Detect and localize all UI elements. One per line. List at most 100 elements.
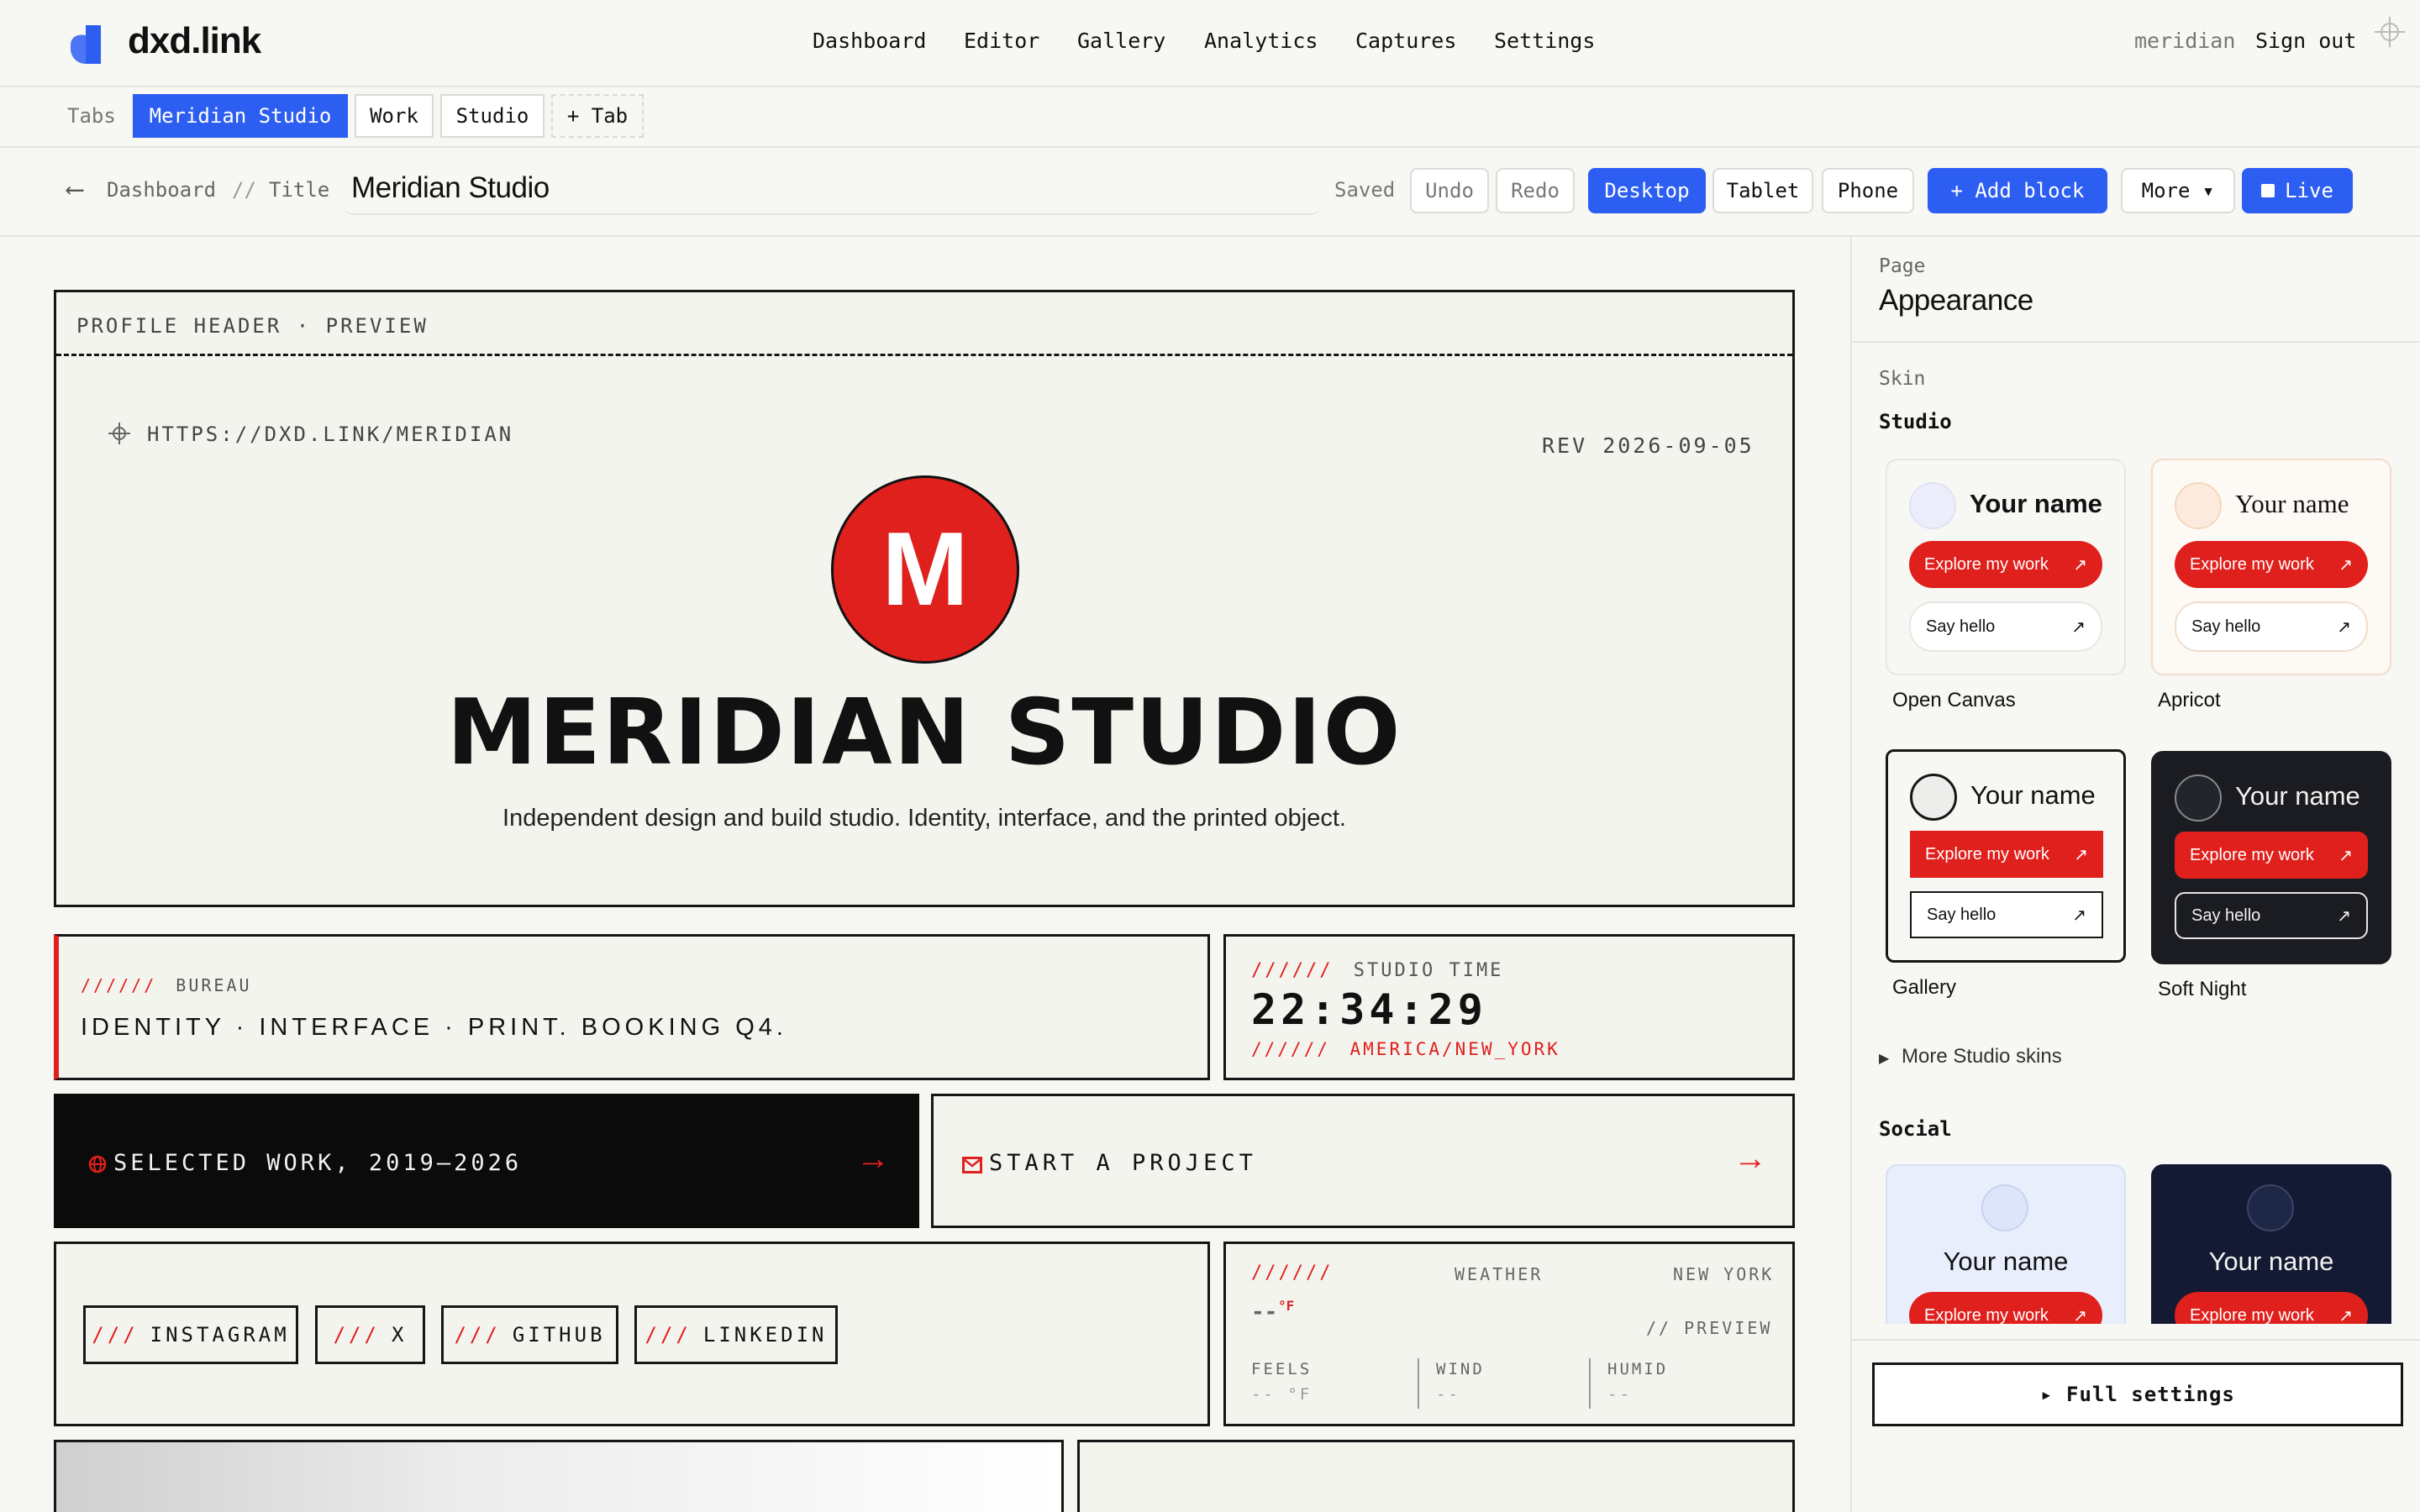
breadcrumb-dashboard[interactable]: Dashboard xyxy=(107,178,216,202)
skin-gallery[interactable]: Your name Explore my work ↗ Say hello ↗ xyxy=(1886,749,2126,963)
profile-bio: Independent design and build studio. Ide… xyxy=(502,805,1346,832)
more-studio-skins-toggle[interactable]: ▶ More Studio skins xyxy=(1879,1045,2062,1068)
sidebar-section-label: Page xyxy=(1879,255,1926,277)
empty-block[interactable] xyxy=(1077,1440,1795,1512)
arrow-up-right-icon: ↗ xyxy=(2338,1306,2353,1325)
back-arrow-icon[interactable]: ⟵ xyxy=(67,175,82,204)
skin-soft-night[interactable]: Your name Explore my work ↗ Say hello ↗ xyxy=(2151,751,2391,964)
nav-analytics[interactable]: Analytics xyxy=(1204,29,1318,53)
studio-clock: 22:34:29 xyxy=(1251,985,1487,1034)
studio-time-label: ////// STUDIO TIME xyxy=(1251,960,1504,981)
device-tablet-button[interactable]: Tablet xyxy=(1712,168,1813,213)
start-project-link[interactable]: START A PROJECT → xyxy=(931,1094,1795,1228)
add-tab-button[interactable]: + Tab xyxy=(551,94,644,138)
social-instagram[interactable]: ///INSTAGRAM xyxy=(83,1305,298,1364)
skin-avatar xyxy=(1909,482,1956,529)
social-github[interactable]: ///GITHUB xyxy=(441,1305,618,1364)
profile-header-block[interactable]: PROFILE HEADER · PREVIEW HTTPS://DXD.LIN… xyxy=(54,290,1795,907)
appearance-sidebar: Page Appearance Skin Studio Your name Ex… xyxy=(1850,237,2420,1512)
skin-primary-button: Explore my work ↗ xyxy=(2175,1292,2368,1324)
skin-secondary-button: Say hello ↗ xyxy=(2175,601,2368,652)
sidebar-title: Appearance xyxy=(1879,284,2033,317)
device-phone-button[interactable]: Phone xyxy=(1822,168,1914,213)
crosshair-icon[interactable] xyxy=(2375,17,2405,47)
skin-open-canvas[interactable]: Your name Explore my work ↗ Say hello ↗ xyxy=(1886,459,2126,675)
skin-name-apricot: Apricot xyxy=(2158,689,2221,711)
weather-slashes: ////// xyxy=(1251,1263,1334,1284)
nav-dashboard[interactable]: Dashboard xyxy=(813,29,926,53)
live-button[interactable]: Live xyxy=(2242,168,2353,213)
skin-social-dark[interactable]: Your name Explore my work ↗ xyxy=(2151,1164,2391,1324)
bureau-block[interactable]: ////// BUREAU IDENTITY · INTERFACE · PRI… xyxy=(54,934,1210,1080)
more-dropdown[interactable]: More ▾ xyxy=(2121,168,2235,213)
selected-work-label: SELECTED WORK, 2019–2026 xyxy=(113,1150,523,1176)
avatar-letter: M xyxy=(881,512,969,627)
selected-work-link[interactable]: SELECTED WORK, 2019–2026 → xyxy=(54,1094,919,1228)
image-block[interactable] xyxy=(54,1440,1064,1512)
live-label: Live xyxy=(2285,179,2333,202)
skin-avatar xyxy=(2247,1184,2294,1231)
weather-divider-2 xyxy=(1589,1358,1591,1409)
sidebar-divider xyxy=(1852,341,2420,343)
device-desktop-button[interactable]: Desktop xyxy=(1588,168,1706,213)
weather-unit: °F xyxy=(1278,1298,1295,1314)
sign-out-link[interactable]: Sign out xyxy=(2255,29,2356,53)
social-x[interactable]: ///X xyxy=(315,1305,425,1364)
profile-name: MERIDIAN STUDIO xyxy=(446,680,1402,785)
weather-preview: // PREVIEW xyxy=(1646,1318,1773,1338)
skin-avatar xyxy=(1910,774,1957,821)
nav-captures[interactable]: Captures xyxy=(1355,29,1456,53)
block-divider xyxy=(56,354,1792,356)
arrow-up-right-icon: ↗ xyxy=(2073,1306,2087,1325)
skin-social-light[interactable]: Your name Explore my work ↗ xyxy=(1886,1164,2126,1324)
redo-button[interactable]: Redo xyxy=(1496,168,1575,213)
tab-work[interactable]: Work xyxy=(355,94,434,138)
tab-studio[interactable]: Studio xyxy=(440,94,544,138)
breadcrumb-separator: // xyxy=(232,178,256,202)
logo-text[interactable]: dxd.link xyxy=(128,20,261,62)
nav-gallery[interactable]: Gallery xyxy=(1077,29,1165,53)
undo-button[interactable]: Undo xyxy=(1410,168,1489,213)
social-linkedin[interactable]: ///LINKEDIN xyxy=(634,1305,838,1364)
title-input[interactable]: Meridian Studio xyxy=(343,171,1321,215)
weather-block[interactable]: ////// WEATHER NEW YORK -- °F // PREVIEW… xyxy=(1223,1242,1795,1426)
skin-your-name: Your name xyxy=(2235,489,2349,518)
weather-temp: -- xyxy=(1251,1299,1278,1325)
skin-label: Skin xyxy=(1879,368,1926,390)
crosshair-small-icon xyxy=(108,423,130,444)
skin-apricot[interactable]: Your name Explore my work ↗ Say hello ↗ xyxy=(2151,459,2391,675)
skin-secondary-button: Say hello ↗ xyxy=(1909,601,2102,652)
skin-primary-button: Explore my work ↗ xyxy=(2175,832,2368,879)
stop-square-icon xyxy=(2261,184,2275,197)
logo-icon[interactable] xyxy=(67,24,109,66)
start-project-label: START A PROJECT xyxy=(989,1150,1257,1176)
skin-your-name: Your name xyxy=(2208,1247,2334,1276)
skin-your-name: Your name xyxy=(1943,1247,2069,1276)
skin-name-gallery: Gallery xyxy=(1892,976,1957,999)
skin-name-open-canvas: Open Canvas xyxy=(1892,689,2016,711)
arrow-up-right-icon: ↗ xyxy=(2338,846,2353,865)
humid-label: HUMID xyxy=(1607,1360,1669,1378)
tabs-label: Tabs xyxy=(67,104,116,128)
arrow-right-icon: → xyxy=(1733,1140,1767,1177)
top-navigation-bar: dxd.link Dashboard Editor Gallery Analyt… xyxy=(0,0,2420,87)
skin-avatar xyxy=(2175,482,2222,529)
full-settings-button[interactable]: ▸ Full settings xyxy=(1872,1362,2403,1426)
nav-editor[interactable]: Editor xyxy=(964,29,1039,53)
nav-settings[interactable]: Settings xyxy=(1494,29,1595,53)
skin-your-name: Your name xyxy=(1970,780,2096,810)
skin-secondary-button: Say hello ↗ xyxy=(2175,892,2368,939)
studio-time-block[interactable]: ////// STUDIO TIME 22:34:29 ////// AMERI… xyxy=(1223,934,1795,1080)
arrow-up-right-icon: ↗ xyxy=(2071,617,2086,637)
save-status: Saved xyxy=(1334,178,1396,202)
profile-avatar: M xyxy=(831,475,1019,664)
arrow-up-right-icon: ↗ xyxy=(2337,906,2351,926)
arrow-up-right-icon: ↗ xyxy=(2073,555,2087,575)
arrow-up-right-icon: ↗ xyxy=(2074,845,2088,864)
skin-your-name: Your name xyxy=(1970,489,2102,518)
globe-icon xyxy=(88,1155,107,1173)
skin-secondary-button: Say hello ↗ xyxy=(1910,891,2103,938)
social-skins-clip: Your name Explore my work ↗ Your name Exp… xyxy=(1852,1161,2420,1324)
add-block-button[interactable]: + Add block xyxy=(1928,168,2107,213)
tab-meridian-studio[interactable]: Meridian Studio xyxy=(133,94,348,138)
